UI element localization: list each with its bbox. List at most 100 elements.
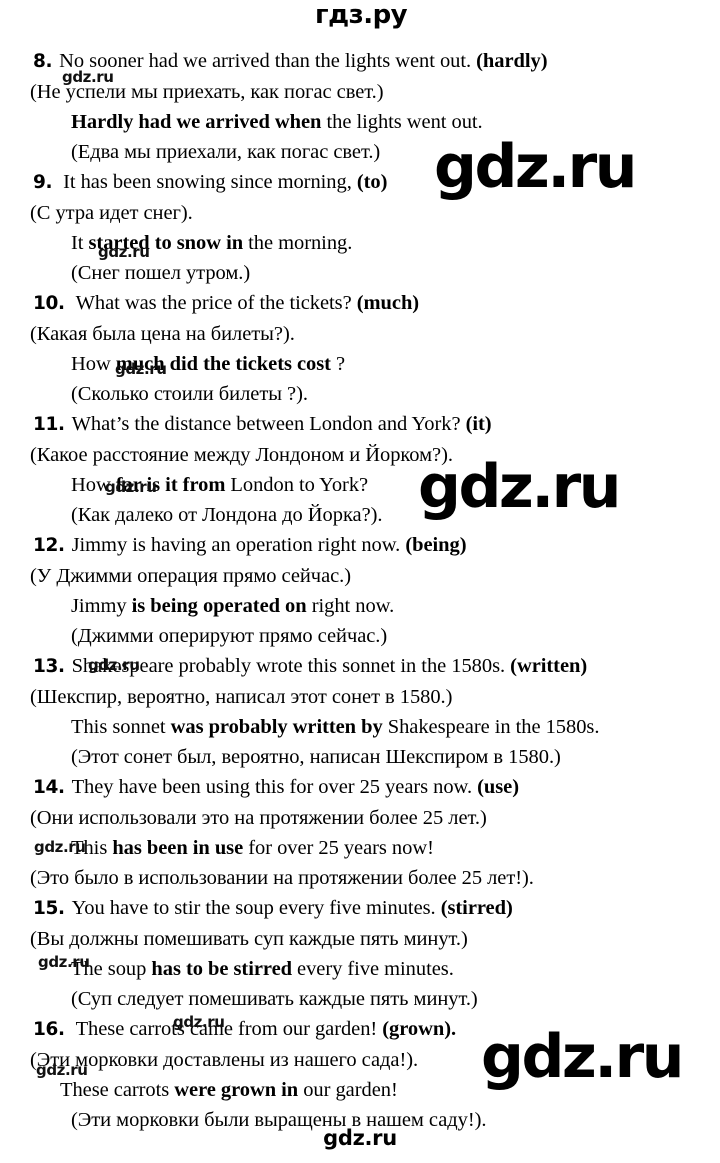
source-hint: (stirred)	[440, 897, 513, 919]
exercise-source-ru: (Вы должны помешивать суп каждые пять ми…	[30, 928, 468, 950]
brand-logo-top[interactable]: гдз.ру	[315, 2, 408, 28]
exercise-source-ru: (Какая была цена на билеты?).	[30, 323, 295, 345]
answer-suffix: our garden!	[298, 1079, 398, 1101]
exercise-answer-ru: (Сколько стоили билеты ?).	[71, 383, 308, 405]
exercise-source-en: 11. What’s the distance between London an…	[33, 409, 693, 440]
exercise-item-15: 15. You have to stir the soup every five …	[30, 893, 693, 1014]
exercise-answer-en: How far is it from London to York?	[71, 470, 693, 500]
exercise-answer-en: How much did the tickets cost ?	[71, 349, 693, 379]
exercise-number: 16.	[33, 1019, 65, 1040]
answer-prefix: The soup	[71, 958, 152, 980]
brand-logo-bottom[interactable]: gdz.ru	[0, 1128, 720, 1149]
source-hint: (use)	[477, 776, 520, 798]
exercise-number: 10.	[33, 293, 65, 314]
answer-suffix: for over 25 years now!	[243, 837, 434, 859]
exercise-source-en: 8. No sooner had we arrived than the ligh…	[33, 46, 693, 77]
answer-key: were grown in	[174, 1079, 299, 1101]
answer-key: is being operated on	[131, 595, 307, 617]
answer-key: much did the tickets cost	[115, 353, 331, 375]
exercise-answer-ru: (Это было в использовании на протяжении …	[30, 867, 534, 889]
exercise-item-10: 10. What was the price of the tickets? (m…	[30, 288, 693, 409]
answer-prefix: These carrots	[60, 1079, 175, 1101]
exercise-answer-en: The soup has to be stirred every five mi…	[71, 954, 693, 984]
answer-prefix: Jimmy	[71, 595, 132, 617]
exercise-answer-ru: (Как далеко от Лондона до Йорка?).	[71, 504, 383, 526]
exercise-answer-en: Jimmy is being operated on right now.	[71, 591, 693, 621]
source-hint: (it)	[465, 413, 492, 435]
answer-suffix: every five minutes.	[291, 958, 454, 980]
source-text: It has been snowing since morning,	[63, 171, 357, 193]
source-text: Jimmy is having an operation right now.	[71, 534, 406, 556]
exercise-source-ru: (Они использовали это на протяжении боле…	[30, 807, 487, 829]
page-root: { "site": { "brand_top": "гдз.ру", "bran…	[0, 0, 720, 1163]
exercise-source-en: 12. Jimmy is having an operation right no…	[33, 530, 693, 561]
answer-key: far is it from	[115, 474, 226, 496]
source-text: These carrots came from our garden!	[75, 1018, 383, 1040]
source-text: What was the price of the tickets?	[75, 292, 357, 314]
source-hint: (being)	[405, 534, 467, 556]
exercise-source-ru: (С утра идет снег).	[30, 202, 193, 224]
source-text: No sooner had we arrived than the lights…	[59, 50, 477, 72]
source-text: What’s the distance between London and Y…	[71, 413, 466, 435]
exercise-item-9: 9. It has been snowing since morning, (to…	[30, 167, 693, 288]
exercise-answer-ru: (Суп следует помешивать каждые пять мину…	[71, 988, 478, 1010]
exercise-source-en: 16. These carrots came from our garden! (…	[33, 1014, 693, 1045]
answer-prefix: This	[71, 837, 113, 859]
answer-prefix: This sonnet	[71, 716, 171, 738]
exercise-answer-en: These carrots were grown in our garden!	[60, 1075, 693, 1105]
answer-suffix: London to York?	[225, 474, 369, 496]
exercise-item-14: 14. They have been using this for over 25…	[30, 772, 693, 893]
exercise-item-12: 12. Jimmy is having an operation right no…	[30, 530, 693, 651]
answer-suffix: the lights went out.	[321, 111, 483, 133]
exercise-item-16: 16. These carrots came from our garden! (…	[30, 1014, 693, 1135]
exercise-answer-en: Hardly had we arrived when the lights we…	[71, 107, 693, 137]
exercise-number: 14.	[33, 777, 65, 798]
exercise-source-en: 10. What was the price of the tickets? (m…	[33, 288, 693, 319]
exercise-item-13: 13. Shakespeare probably wrote this sonne…	[30, 651, 693, 772]
answer-key: has been in use	[112, 837, 244, 859]
exercise-item-11: 11. What’s the distance between London an…	[30, 409, 693, 530]
exercise-source-en: 15. You have to stir the soup every five …	[33, 893, 693, 924]
exercise-answer-ru: (Едва мы приехали, как погас свет.)	[71, 141, 381, 163]
exercise-answer-ru: (Джимми оперируют прямо сейчас.)	[71, 625, 388, 647]
exercise-source-ru: (У Джимми операция прямо сейчас.)	[30, 565, 352, 587]
exercise-source-en: 14. They have been using this for over 25…	[33, 772, 693, 803]
exercise-answer-en: This sonnet was probably written by Shak…	[71, 712, 693, 742]
source-hint: (grown).	[382, 1018, 457, 1040]
source-text: You have to stir the soup every five min…	[71, 897, 441, 919]
exercise-number: 8.	[33, 51, 53, 72]
exercise-source-ru: (Эти морковки доставлены из нашего сада!…	[30, 1049, 419, 1071]
exercise-answer-ru: (Этот сонет был, вероятно, написан Шексп…	[71, 746, 561, 768]
exercise-answer-ru: (Снег пошел утром.)	[71, 262, 251, 284]
exercise-answer-en: It started to snow in the morning.	[71, 228, 693, 258]
answer-suffix: ?	[330, 353, 346, 375]
exercise-answer-en: This has been in use for over 25 years n…	[71, 833, 693, 863]
answer-prefix: It	[71, 232, 89, 254]
exercise-source-ru: (Не успели мы приехать, как погас свет.)	[30, 81, 384, 103]
exercise-source-en: 13. Shakespeare probably wrote this sonne…	[33, 651, 693, 682]
exercise-number: 11.	[33, 414, 65, 435]
exercise-number: 15.	[33, 898, 65, 919]
answer-suffix: the morning.	[243, 232, 353, 254]
answer-suffix: Shakespeare in the 1580s.	[382, 716, 600, 738]
exercise-list: 8. No sooner had we arrived than the ligh…	[30, 46, 693, 1135]
answer-key: has to be stirred	[151, 958, 292, 980]
exercise-number: 12.	[33, 535, 65, 556]
source-text: They have been using this for over 25 ye…	[71, 776, 478, 798]
source-text: Shakespeare probably wrote this sonnet i…	[71, 655, 511, 677]
source-hint: (much)	[356, 292, 420, 314]
answer-key: Hardly had we arrived when	[71, 111, 322, 133]
source-hint: (to)	[356, 171, 388, 193]
exercise-source-ru: (Какое расстояние между Лондоном и Йорко…	[30, 444, 453, 466]
exercise-item-8: 8. No sooner had we arrived than the ligh…	[30, 46, 693, 167]
answer-suffix: right now.	[306, 595, 395, 617]
answer-prefix: How	[71, 474, 116, 496]
exercise-source-en: 9. It has been snowing since morning, (to…	[33, 167, 693, 198]
answer-key: was probably written by	[170, 716, 383, 738]
answer-key: started to snow in	[88, 232, 244, 254]
exercise-number: 13.	[33, 656, 65, 677]
answer-prefix: How	[71, 353, 116, 375]
source-hint: (written)	[510, 655, 588, 677]
exercise-source-ru: (Шекспир, вероятно, написал этот сонет в…	[30, 686, 453, 708]
exercise-number: 9.	[33, 172, 53, 193]
